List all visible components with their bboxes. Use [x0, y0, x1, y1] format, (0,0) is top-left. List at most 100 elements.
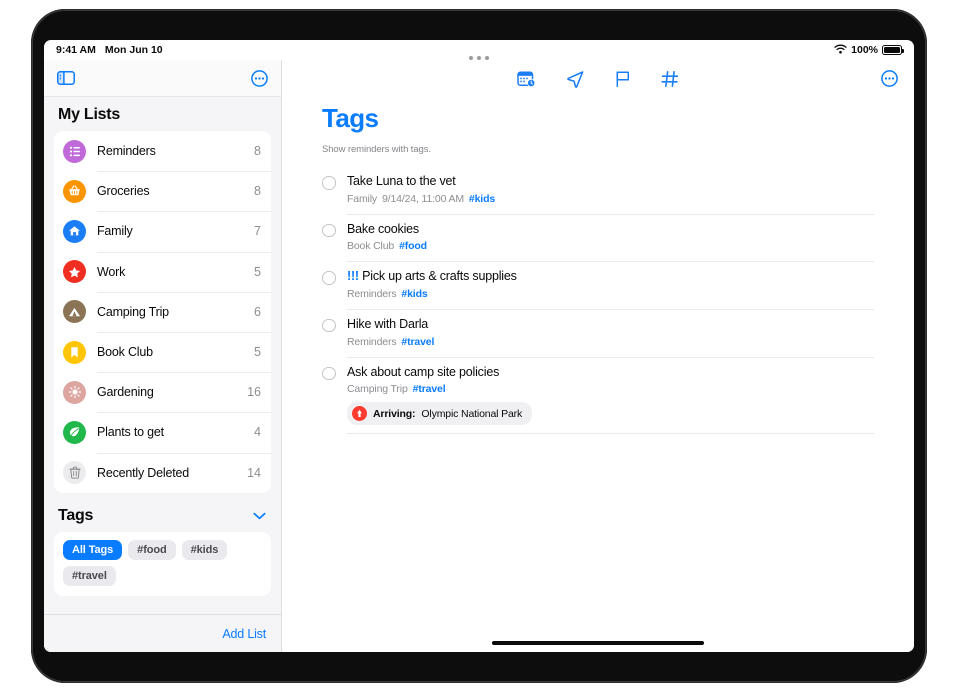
sidebar-item-recently-deleted[interactable]: Recently Deleted 14 [54, 452, 271, 493]
reminder-list-name: Family [347, 192, 378, 205]
basket-icon [63, 179, 86, 203]
tag-chip-travel[interactable]: #travel [63, 565, 116, 586]
status-bar-left: 9:41 AM Mon Jun 10 [56, 44, 163, 56]
split-view: My Lists Reminders 8 Groceries 8 Family … [44, 60, 914, 652]
page-subtitle: Show reminders with tags. [322, 144, 431, 155]
sidebar-toolbar [44, 60, 281, 97]
status-time: 9:41 AM [56, 44, 96, 56]
reminder-complete-checkbox[interactable] [322, 271, 336, 285]
scheduled-calendar-icon[interactable] [517, 70, 536, 88]
sidebar-item-family[interactable]: Family 7 [54, 211, 271, 251]
sun-icon [63, 380, 86, 404]
main-panel: Tags Show reminders with tags. Take Luna… [282, 60, 914, 652]
hashtag-icon[interactable] [661, 70, 679, 88]
reminder-priority-flag: !!! [347, 269, 359, 284]
page-title: Tags [322, 103, 379, 133]
sidebar-item-label: Recently Deleted [97, 465, 189, 480]
ipad-screen: 9:41 AM Mon Jun 10 100% My Lists Reminde… [44, 40, 914, 652]
sidebar-toggle-icon[interactable] [57, 71, 75, 85]
reminder-complete-checkbox[interactable] [322, 366, 336, 380]
reminder-title-text: Pick up arts & crafts supplies [362, 269, 517, 284]
reminder-meta: Book Club #food [347, 240, 874, 252]
star-icon [63, 260, 86, 284]
flag-icon[interactable] [615, 70, 631, 88]
more-circle-icon[interactable] [251, 69, 268, 87]
sidebar-content: My Lists Reminders 8 Groceries 8 Family … [44, 97, 281, 614]
reminder-meta: Reminders #travel [347, 336, 874, 348]
reminder-tag[interactable]: #kids [401, 288, 427, 300]
reminder-row[interactable]: Bake cookies Book Club #food [322, 213, 874, 262]
house-icon [63, 219, 86, 243]
reminder-meta: Reminders #kids [347, 288, 874, 300]
sidebar-item-book-club[interactable]: Book Club 5 [54, 331, 271, 372]
sidebar-item-label: Gardening [97, 385, 154, 400]
sidebar-item-gardening[interactable]: Gardening 16 [54, 372, 271, 412]
sidebar-item-plants-to-get[interactable]: Plants to get 4 [54, 412, 271, 452]
status-date: Mon Jun 10 [104, 44, 163, 56]
reminder-body: Bake cookies Book Club #food [347, 222, 874, 253]
reminder-body: Take Luna to the vet Family 9/14/24, 11:… [347, 174, 874, 205]
wifi-icon [834, 44, 847, 57]
sidebar-item-count: 8 [254, 144, 261, 159]
ipad-device-frame: 2 9:41 AM Mon Jun 10 100% [31, 9, 927, 683]
sidebar-item-camping-trip[interactable]: Camping Trip 6 [54, 291, 271, 332]
reminder-list-name: Reminders [347, 335, 397, 348]
home-indicator[interactable] [492, 641, 704, 645]
main-toolbar [282, 60, 914, 97]
reminders-list: Take Luna to the vet Family 9/14/24, 11:… [282, 166, 914, 434]
my-lists-heading: My Lists [58, 106, 121, 123]
chevron-down-icon[interactable] [253, 512, 266, 520]
reminder-complete-checkbox[interactable] [322, 223, 336, 238]
leaf-icon [63, 420, 86, 444]
list-bullet-icon [63, 139, 86, 163]
reminder-tag[interactable]: #kids [469, 193, 495, 205]
sidebar-item-work[interactable]: Work 5 [54, 251, 271, 292]
reminder-tag[interactable]: #food [399, 240, 427, 252]
trash-icon [63, 461, 86, 485]
sidebar-item-reminders[interactable]: Reminders 8 [54, 131, 271, 171]
reminder-title: Hike with Darla [347, 316, 429, 331]
tent-icon [63, 300, 86, 324]
sidebar-item-label: Family [97, 224, 133, 239]
sidebar-item-count: 5 [254, 264, 261, 279]
sidebar-item-label: Reminders [97, 144, 156, 159]
sidebar-item-label: Work [97, 264, 126, 279]
location-pin-icon [352, 406, 367, 422]
sidebar-item-count: 16 [247, 385, 261, 400]
reminder-body: Hike with Darla Reminders #travel [347, 317, 874, 348]
tag-chip-food[interactable]: #food [128, 539, 176, 560]
reminder-tag[interactable]: #travel [413, 383, 446, 395]
reminder-row[interactable]: Ask about camp site policies Camping Tri… [322, 356, 874, 435]
reminder-complete-checkbox[interactable] [322, 176, 336, 190]
status-bar-right: 100% [834, 44, 904, 57]
reminder-list-name: Book Club [347, 240, 395, 253]
my-lists-card: Reminders 8 Groceries 8 Family 7 Work 5 … [54, 131, 271, 493]
reminder-list-name: Reminders [347, 287, 397, 300]
tag-chip-kids[interactable]: #kids [181, 539, 228, 560]
reminder-tag[interactable]: #travel [401, 336, 434, 348]
reminder-location-badge[interactable]: Arriving: Olympic National Park [347, 402, 533, 426]
navigation-arrow-icon[interactable] [566, 70, 585, 88]
reminder-row[interactable]: !!! Pick up arts & crafts supplies Remin… [322, 261, 874, 309]
battery-icon [882, 45, 904, 55]
battery-percent: 100% [851, 44, 878, 56]
location-label: Arriving: [373, 407, 416, 420]
sidebar-item-count: 7 [254, 224, 261, 239]
add-list-button[interactable]: Add List [222, 627, 266, 641]
sidebar-item-count: 5 [254, 345, 261, 360]
reminder-row[interactable]: Take Luna to the vet Family 9/14/24, 11:… [322, 166, 874, 214]
sidebar-item-count: 8 [254, 184, 261, 199]
reminder-row[interactable]: Hike with Darla Reminders #travel [322, 308, 874, 357]
reminder-datetime: 9/14/24, 11:00 AM [382, 192, 464, 205]
reminder-body: Ask about camp site policies Camping Tri… [347, 365, 874, 426]
reminder-complete-checkbox[interactable] [322, 318, 336, 333]
reminder-body: !!! Pick up arts & crafts supplies Remin… [347, 269, 874, 300]
tags-section-header: Tags [54, 493, 271, 532]
sidebar-item-label: Camping Trip [97, 304, 169, 319]
more-circle-icon[interactable] [881, 70, 898, 87]
reminder-meta: Camping Trip #travel [347, 383, 874, 395]
location-place: Olympic National Park [421, 407, 523, 420]
tag-chip-all-tags[interactable]: All Tags [63, 539, 123, 560]
sidebar-item-groceries[interactable]: Groceries 8 [54, 171, 271, 211]
sidebar-item-count: 14 [247, 465, 261, 480]
